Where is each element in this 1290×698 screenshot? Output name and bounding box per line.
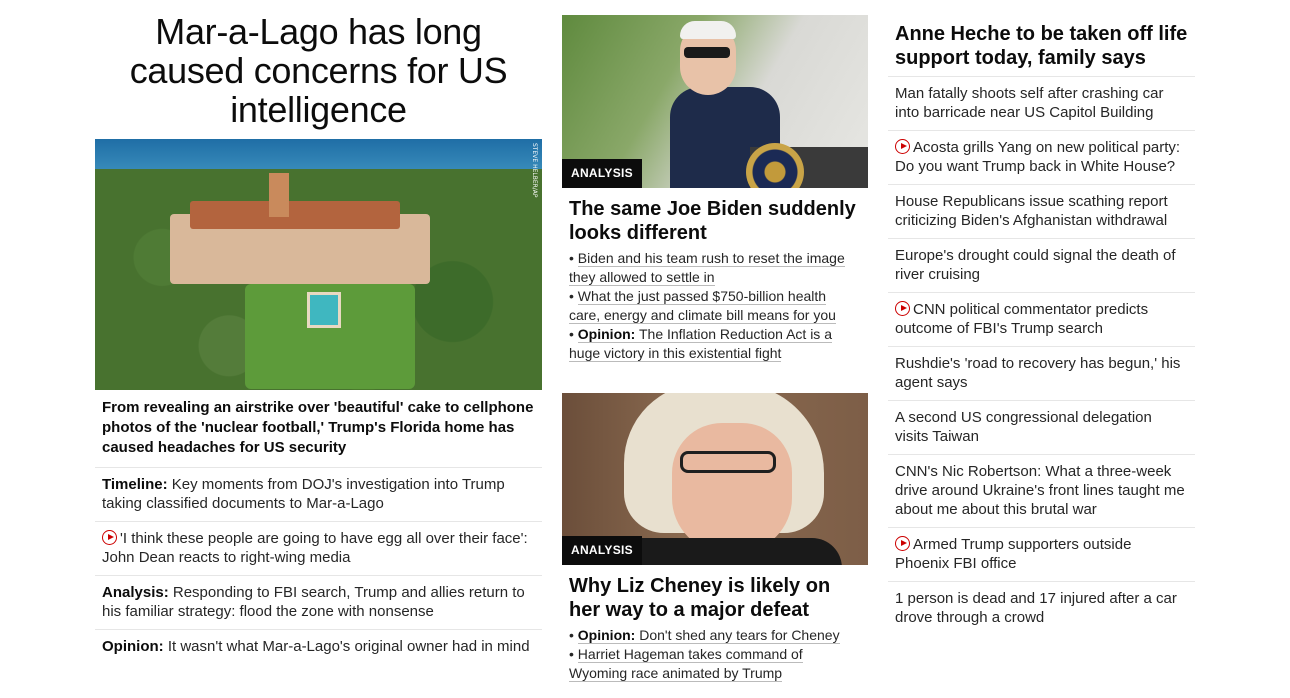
bullet-prefix: Opinion:	[577, 627, 636, 643]
list-item[interactable]: CNN political commentator predicts outco…	[888, 293, 1195, 347]
bullet-link[interactable]: • What the just passed $750-billion heal…	[569, 287, 861, 325]
item-text: CNN political commentator predicts outco…	[895, 301, 1149, 337]
item-text: Europe's drought could signal the death …	[895, 247, 1176, 283]
biden-photo[interactable]: ANALYSIS	[562, 15, 868, 188]
bullet-prefix: Opinion:	[577, 326, 636, 342]
bullet-link[interactable]: • Opinion: The Inflation Reduction Act i…	[569, 325, 861, 363]
analysis-badge: ANALYSIS	[562, 159, 642, 188]
photo-hair	[680, 21, 736, 39]
image-credit: STEVE HELBER/AP	[531, 143, 538, 198]
photo-pool	[307, 292, 341, 328]
photo-glasses	[680, 451, 776, 473]
list-item[interactable]: A second US congressional delegation vis…	[888, 401, 1195, 455]
item-text: Rushdie's 'road to recovery has begun,' …	[895, 355, 1181, 391]
list-item[interactable]: Armed Trump supporters outside Phoenix F…	[888, 528, 1195, 582]
analysis-column: ANALYSIS The same Joe Biden suddenly loo…	[562, 15, 868, 683]
list-item[interactable]: CNN's Nic Robertson: What a three-week d…	[888, 455, 1195, 528]
play-circle-icon	[895, 536, 910, 551]
list-item[interactable]: Timeline: Key moments from DOJ's investi…	[95, 468, 542, 522]
headline-list: Man fatally shoots self after crashing c…	[888, 77, 1195, 635]
list-item[interactable]: Analysis: Responding to FBI search, Trum…	[95, 576, 542, 630]
bullet-link[interactable]: • Harriet Hageman takes command of Wyomi…	[569, 645, 861, 683]
list-item[interactable]: House Republicans issue scathing report …	[888, 185, 1195, 239]
top-headline[interactable]: Anne Heche to be taken off life support …	[888, 22, 1195, 77]
hero-headline[interactable]: Mar-a-Lago has long caused concerns for …	[95, 12, 542, 129]
item-text: 1 person is dead and 17 injured after a …	[895, 590, 1177, 626]
item-text: A second US congressional delegation vis…	[895, 409, 1152, 445]
play-circle-icon	[102, 530, 117, 545]
item-text: Man fatally shoots self after crashing c…	[895, 85, 1164, 121]
bullet-link[interactable]: • Biden and his team rush to reset the i…	[569, 249, 861, 287]
item-text: Armed Trump supporters outside Phoenix F…	[895, 536, 1132, 572]
list-item[interactable]: Rushdie's 'road to recovery has begun,' …	[888, 347, 1195, 401]
bullet-text: Harriet Hageman takes command of Wyoming…	[569, 646, 803, 682]
hero-description[interactable]: From revealing an airstrike over 'beauti…	[95, 390, 542, 468]
bullet-text: What the just passed $750-billion health…	[569, 288, 836, 324]
photo-tower	[269, 173, 289, 217]
item-text: House Republicans issue scathing report …	[895, 193, 1168, 229]
photo-sunglasses	[684, 47, 730, 58]
mar-a-lago-photo[interactable]: STEVE HELBER/AP	[95, 139, 542, 390]
play-circle-icon	[895, 301, 910, 316]
photo-roof	[190, 201, 400, 229]
card-headline[interactable]: The same Joe Biden suddenly looks differ…	[562, 188, 868, 249]
card-bullets: • Opinion: Don't shed any tears for Chen…	[562, 626, 868, 683]
list-item[interactable]: Acosta grills Yang on new political part…	[888, 131, 1195, 185]
list-item[interactable]: Man fatally shoots self after crashing c…	[888, 77, 1195, 131]
card-bullets: • Biden and his team rush to reset the i…	[562, 249, 868, 363]
bullet-link[interactable]: • Opinion: Don't shed any tears for Chen…	[569, 626, 861, 645]
cheney-photo[interactable]: ANALYSIS	[562, 393, 868, 565]
item-prefix: Opinion:	[102, 638, 164, 655]
list-item[interactable]: 'I think these people are going to have …	[95, 522, 542, 576]
item-prefix: Timeline:	[102, 476, 168, 493]
card-headline[interactable]: Why Liz Cheney is likely on her way to a…	[562, 565, 868, 626]
item-text: CNN's Nic Robertson: What a three-week d…	[895, 463, 1185, 518]
bullet-text: Biden and his team rush to reset the ima…	[569, 250, 845, 286]
headlines-column: Anne Heche to be taken off life support …	[888, 22, 1195, 635]
item-text: Acosta grills Yang on new political part…	[895, 139, 1181, 175]
list-item[interactable]: 1 person is dead and 17 injured after a …	[888, 582, 1195, 635]
play-circle-icon	[895, 139, 910, 154]
list-item[interactable]: Opinion: It wasn't what Mar-a-Lago's ori…	[95, 630, 542, 664]
list-item[interactable]: Europe's drought could signal the death …	[888, 239, 1195, 293]
bullet-text: Don't shed any tears for Cheney	[635, 627, 840, 643]
item-prefix: Analysis:	[102, 584, 169, 601]
story-card-biden: ANALYSIS The same Joe Biden suddenly loo…	[562, 15, 868, 363]
story-card-cheney: ANALYSIS Why Liz Cheney is likely on her…	[562, 393, 868, 683]
analysis-badge: ANALYSIS	[562, 536, 642, 565]
lead-story: Mar-a-Lago has long caused concerns for …	[95, 12, 542, 664]
lead-related-list: Timeline: Key moments from DOJ's investi…	[95, 468, 542, 664]
photo-face	[672, 423, 792, 553]
item-text: 'I think these people are going to have …	[102, 530, 528, 566]
item-text: It wasn't what Mar-a-Lago's original own…	[163, 638, 530, 655]
